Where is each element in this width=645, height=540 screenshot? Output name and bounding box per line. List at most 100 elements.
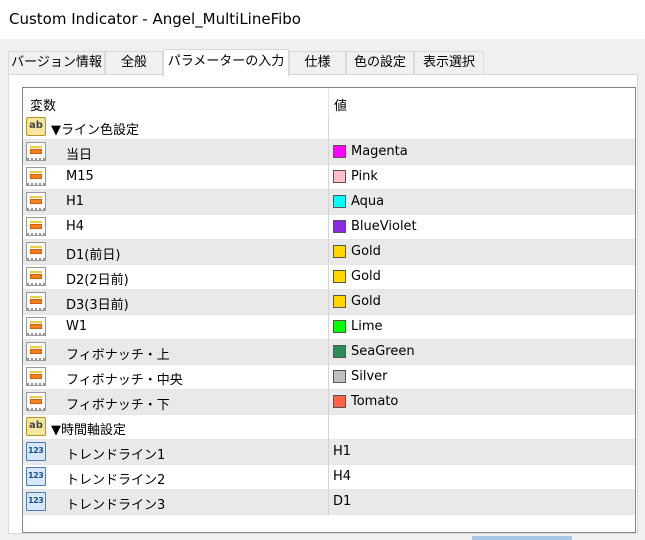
parameter-value[interactable]: Magenta [351,144,408,159]
parameter-value[interactable]: Lime [351,319,383,334]
window-title: Custom Indicator - Angel_MultiLineFibo [9,10,301,28]
parameter-row[interactable]: W1 Lime [23,315,635,340]
color-param-icon [26,392,46,411]
color-param-icon [26,167,46,186]
color-param-icon [26,267,46,286]
column-header-value[interactable]: 値 [334,95,347,114]
color-swatch[interactable] [333,370,346,383]
parameter-row[interactable]: フィボナッチ・中央 Silver [23,365,635,390]
parameter-grid: 変数 値 ab ▼ライン色設定当日 Magenta M15 Pink H1 Aqua H4 Bl… [22,87,636,533]
parameter-value[interactable]: Aqua [351,194,384,209]
parameter-row[interactable]: H4 BlueViolet [23,215,635,240]
tab-colors[interactable]: 色の設定 [346,51,414,75]
cell-divider [328,315,329,340]
tab-display-select[interactable]: 表示選択 [414,51,484,75]
color-param-icon [26,342,46,361]
cell-divider [328,115,329,140]
parameter-name: フィボナッチ・下 [66,398,170,413]
color-swatch[interactable] [333,320,346,333]
color-param-icon [26,367,46,386]
parameter-row[interactable]: D3(3日前) Gold [23,290,635,315]
cell-divider [328,140,329,165]
color-swatch[interactable] [333,220,346,233]
parameter-row[interactable]: H1 Aqua [23,190,635,215]
color-param-icon [26,317,46,336]
cell-divider [328,240,329,265]
grid-rows: ab ▼ライン色設定当日 Magenta M15 Pink H1 Aqua H4 BlueVio… [23,115,635,515]
group-row[interactable]: ab ▼時間軸設定 [23,415,635,440]
parameter-name: H4 [66,219,85,234]
parameter-row[interactable]: 123 トレンドライン1 H1 [23,440,635,465]
cell-divider [328,340,329,365]
color-param-icon [26,292,46,311]
ab-icon: ab [26,417,46,436]
color-swatch[interactable] [333,145,346,158]
ab-icon: ab [26,117,46,136]
parameter-name: W1 [66,319,88,334]
color-swatch[interactable] [333,170,346,183]
parameter-value[interactable]: Silver [351,369,388,384]
tab-parameters[interactable]: パラメーターの入力 [163,49,289,77]
parameter-value[interactable]: Tomato [351,394,398,409]
column-divider[interactable] [328,88,329,115]
cell-divider [328,365,329,390]
color-swatch[interactable] [333,245,346,258]
parameter-name: 当日 [66,148,93,163]
parameter-row[interactable]: 123 トレンドライン2 H4 [23,465,635,490]
tab-general[interactable]: 全般 [105,51,163,75]
ok-button[interactable] [472,536,572,540]
parameter-value[interactable]: BlueViolet [351,219,417,234]
parameter-name: フィボナッチ・上 [66,348,170,363]
cell-divider [328,440,329,465]
parameter-row[interactable]: D2(2日前) Gold [23,265,635,290]
grid-header: 変数 値 [23,88,635,115]
color-param-icon [26,142,46,161]
parameter-value[interactable]: Gold [351,244,381,259]
parameter-name: ▼ライン色設定 [51,123,139,138]
cell-divider [328,465,329,490]
parameter-name: H1 [66,194,85,209]
group-row[interactable]: ab ▼ライン色設定 [23,115,635,140]
color-swatch[interactable] [333,270,346,283]
parameter-value[interactable]: D1 [333,494,351,509]
parameter-row[interactable]: 当日 Magenta [23,140,635,165]
tab-panel: 変数 値 ab ▼ライン色設定当日 Magenta M15 Pink H1 Aqua H4 Bl… [8,74,638,534]
parameter-row[interactable]: フィボナッチ・上 SeaGreen [23,340,635,365]
parameter-value[interactable]: H4 [333,469,351,484]
title-bar: Custom Indicator - Angel_MultiLineFibo [0,0,645,39]
parameter-name: トレンドライン2 [66,473,166,488]
parameter-value[interactable]: Pink [351,169,378,184]
column-header-variable[interactable]: 変数 [30,95,56,114]
color-param-icon [26,217,46,236]
parameter-name: M15 [66,169,94,184]
parameter-value[interactable]: Gold [351,269,381,284]
parameter-name: トレンドライン1 [66,448,166,463]
parameter-value[interactable]: H1 [333,444,351,459]
parameter-name: D2(2日前) [66,273,129,288]
parameter-name: D1(前日) [66,248,121,263]
number-param-icon: 123 [26,442,46,461]
parameter-row[interactable]: 123 トレンドライン3 D1 [23,490,635,515]
color-param-icon [26,242,46,261]
parameter-row[interactable]: フィボナッチ・下 Tomato [23,390,635,415]
parameter-value[interactable]: SeaGreen [351,344,415,359]
cell-divider [328,165,329,190]
color-swatch[interactable] [333,345,346,358]
cell-divider [328,190,329,215]
parameter-name: フィボナッチ・中央 [66,373,183,388]
color-swatch[interactable] [333,395,346,408]
parameter-row[interactable]: M15 Pink [23,165,635,190]
cell-divider [328,390,329,415]
number-param-icon: 123 [26,492,46,511]
color-swatch[interactable] [333,295,346,308]
parameter-name: D3(3日前) [66,298,129,313]
color-param-icon [26,192,46,211]
parameter-row[interactable]: D1(前日) Gold [23,240,635,265]
color-swatch[interactable] [333,195,346,208]
cell-divider [328,265,329,290]
cell-divider [328,490,329,515]
tab-spec[interactable]: 仕様 [289,51,346,75]
tab-version-info[interactable]: バージョン情報 [8,51,105,75]
parameter-value[interactable]: Gold [351,294,381,309]
number-param-icon: 123 [26,467,46,486]
